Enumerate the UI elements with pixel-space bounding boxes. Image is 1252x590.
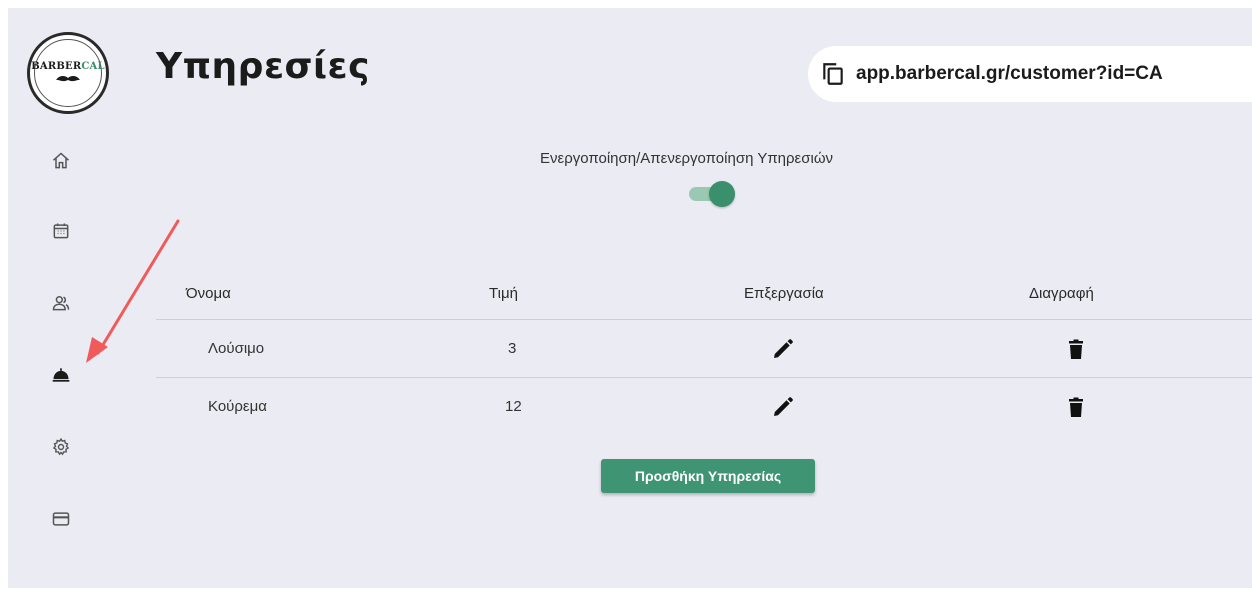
logo-text-accent: CAL [81, 61, 105, 72]
service-price: 3 [508, 340, 517, 357]
pencil-icon [774, 397, 793, 416]
gear-icon [52, 437, 70, 456]
trash-icon [1069, 397, 1083, 417]
delete-button[interactable] [1063, 336, 1089, 362]
sidebar-item-customers[interactable] [48, 290, 74, 316]
edit-button[interactable] [770, 394, 796, 420]
app-window: BARBERCAL Υπηρεσίες app.barbercal.gr/cus… [8, 8, 1252, 588]
sidebar-item-calendar[interactable] [48, 218, 74, 244]
services-table: Όνομα Τιμή Επξεργασία Διαγραφή Λούσιμο 3 [156, 268, 1252, 436]
page-title: Υπηρεσίες [156, 46, 370, 87]
pencil-icon [774, 339, 793, 358]
delete-button[interactable] [1063, 394, 1089, 420]
customer-url-pill[interactable]: app.barbercal.gr/customer?id=CA [808, 46, 1252, 102]
add-service-button[interactable]: Προσθήκη Υπηρεσίας [601, 459, 815, 493]
logo-text: BARBERCAL [31, 61, 104, 72]
toggle-knob [709, 181, 735, 207]
barbercal-logo: BARBERCAL [27, 32, 109, 114]
edit-button[interactable] [770, 336, 796, 362]
service-bell-icon [52, 368, 70, 382]
credit-card-icon [52, 512, 70, 526]
home-icon [53, 152, 69, 169]
service-name: Λούσιμο [208, 340, 265, 357]
calendar-icon [53, 223, 69, 239]
column-header-name: Όνομα [186, 285, 231, 302]
service-price: 12 [505, 398, 522, 415]
service-name: Κούρεμα [208, 398, 267, 415]
users-icon [52, 296, 70, 311]
table-header: Όνομα Τιμή Επξεργασία Διαγραφή [156, 268, 1252, 320]
sidebar-item-settings[interactable] [48, 434, 74, 460]
services-toggle[interactable] [689, 181, 735, 207]
column-header-delete: Διαγραφή [1029, 285, 1094, 302]
services-toggle-label: Ενεργοποίηση/Απενεργοποίηση Υπηρεσιών [540, 150, 834, 167]
customer-url-text: app.barbercal.gr/customer?id=CA [856, 63, 1163, 84]
sidebar-item-billing[interactable] [48, 506, 74, 532]
mustache-icon [56, 75, 80, 82]
trash-icon [1069, 339, 1083, 359]
sidebar-item-home[interactable] [48, 148, 74, 174]
table-row: Κούρεμα 12 [156, 378, 1252, 436]
table-row: Λούσιμο 3 [156, 320, 1252, 378]
column-header-price: Τιμή [489, 285, 518, 302]
logo-inner: BARBERCAL [31, 39, 105, 107]
column-header-edit: Επξεργασία [744, 285, 824, 302]
sidebar-item-services[interactable] [48, 362, 74, 388]
logo-text-dark: BARBER [31, 61, 82, 72]
copy-icon[interactable] [820, 61, 846, 87]
